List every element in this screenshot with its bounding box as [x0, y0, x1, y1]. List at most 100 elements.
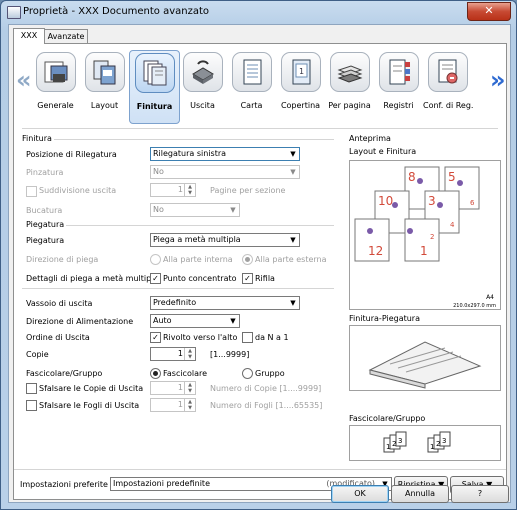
finitura-section-title: Finitura [22, 134, 52, 143]
copie-range: [1...9999] [210, 350, 250, 359]
category-label: Per pagina [328, 101, 371, 110]
category-label: Registri [383, 101, 414, 110]
pinzatura-label: Pinzatura [26, 168, 64, 177]
help-button[interactable]: ? [451, 485, 509, 503]
da-n-a-1-checkbox[interactable] [242, 332, 253, 343]
category-finitura[interactable]: Finitura [129, 50, 180, 124]
page-number: 3 [428, 194, 436, 208]
posizione-rilegatura-select[interactable]: Rilegatura sinistra ▼ [150, 147, 300, 161]
category-label: Copertina [280, 101, 321, 110]
dettagli-piega-label: Dettagli di piega a metà multipla [26, 274, 159, 283]
group-line [66, 225, 334, 226]
anteprima-title: Anteprima [349, 134, 391, 143]
category-copertina[interactable]: 1 Copertina [276, 50, 325, 122]
direzione-alimentazione-label: Direzione di Alimentazione [26, 317, 134, 326]
piegatura-label: Piegatura [26, 236, 65, 245]
spin-arrows-icon[interactable]: ▲ ▼ [184, 184, 195, 196]
page-number: 8 [408, 170, 416, 184]
svg-text:1: 1 [299, 67, 304, 76]
divider [14, 469, 506, 470]
collate-number: 2 [392, 440, 396, 448]
gruppo-label: Gruppo [255, 369, 285, 378]
per-page-icon [329, 52, 370, 92]
pinzatura-select[interactable]: No ▼ [150, 165, 300, 179]
chevron-down-icon: ▼ [290, 299, 296, 307]
piegatura-select[interactable]: Piega a metà multipla ▼ [150, 233, 300, 247]
printer-app-icon [7, 6, 21, 19]
rifila-checkbox[interactable]: ✓ [242, 273, 253, 284]
window-title: Proprietà - XXX Documento avanzato [23, 6, 210, 17]
scroll-left-icon[interactable]: « [16, 66, 32, 94]
sfalsare-copie-stepper[interactable]: 1 ▲ ▼ [150, 381, 196, 395]
sfalsare-fogli-value: 1 [177, 400, 183, 409]
sfalsare-copie-label: Sfalsare le Copie di Uscita [39, 384, 144, 393]
category-conf-reg[interactable]: Conf. di Reg. [423, 50, 474, 122]
copie-stepper[interactable]: 1 ▲ ▼ [150, 347, 196, 361]
spin-arrows-icon[interactable]: ▲ ▼ [184, 348, 195, 360]
direzione-alimentazione-select[interactable]: Auto ▼ [150, 314, 240, 328]
vassoio-label: Vassoio di uscita [26, 299, 93, 308]
category-label: Finitura [136, 102, 173, 111]
config-icon [427, 52, 468, 92]
vassoio-select[interactable]: Predefinito ▼ [150, 296, 300, 310]
finishing-icon [134, 53, 175, 93]
paper-dims: 210.0x297.0 mm [453, 303, 496, 309]
category-carta[interactable]: Carta [227, 50, 276, 122]
annulla-button[interactable]: Annulla [391, 485, 449, 503]
direzione-alimentazione-value: Auto [153, 316, 172, 325]
page-number: 10 [378, 194, 393, 208]
tab-panel: « » Generale Layout Finitura Uscita Cart… [13, 43, 507, 500]
category-label: Generale [37, 101, 74, 110]
tab-avanzate[interactable]: Avanzate [44, 29, 88, 44]
category-layout[interactable]: Layout [80, 50, 129, 122]
title-bar[interactable]: Proprietà - XXX Documento avanzato ✕ [1, 1, 516, 23]
pinzatura-value: No [153, 167, 164, 176]
output-icon [182, 52, 223, 92]
spin-arrows-icon[interactable]: ▲ ▼ [184, 382, 195, 394]
vassoio-value: Predefinito [153, 298, 197, 307]
category-label: Carta [240, 101, 263, 110]
numero-copie-label: Numero di Copie [1....9999] [210, 384, 322, 393]
suddivisione-stepper[interactable]: 1 ▲ ▼ [150, 183, 196, 197]
close-button[interactable]: ✕ [467, 2, 511, 21]
cover-icon: 1 [280, 52, 321, 92]
chevron-down-icon: ▼ [290, 236, 296, 244]
rivolto-checkbox[interactable]: ✓ [150, 332, 161, 343]
scroll-right-icon[interactable]: » [490, 66, 506, 94]
bucatura-label: Bucatura [26, 206, 63, 215]
suddivisione-checkbox[interactable] [26, 186, 37, 197]
category-uscita[interactable]: Uscita [178, 50, 227, 122]
fascicolare-gruppo-label: Fascicolare/Gruppo [26, 369, 103, 378]
finitura-piegatura-label: Finitura-Piegatura [349, 314, 420, 323]
ok-button[interactable]: OK [331, 485, 389, 503]
sfalsare-copie-value: 1 [177, 383, 183, 392]
category-per-pagina[interactable]: Per pagina [325, 50, 374, 122]
tab-xxx[interactable]: XXX [13, 28, 45, 44]
bucatura-value: No [153, 205, 164, 214]
chevron-down-icon: ▼ [290, 168, 296, 176]
alla-parte-esterna-radio[interactable] [242, 254, 253, 265]
category-generale[interactable]: Generale [31, 50, 80, 122]
piegatura-preview [349, 325, 501, 391]
suddivisione-label: Suddivisione uscita [39, 186, 117, 195]
paper-icon [231, 52, 272, 92]
bucatura-select[interactable]: No ▼ [150, 203, 240, 217]
collate-number: 3 [398, 437, 402, 445]
punto-concentrato-checkbox[interactable]: ✓ [150, 273, 161, 284]
category-registri[interactable]: Registri [374, 50, 423, 122]
category-label: Conf. di Reg. [423, 101, 474, 110]
spin-arrows-icon[interactable]: ▲ ▼ [184, 399, 195, 411]
sfalsare-fogli-checkbox[interactable] [26, 400, 37, 411]
alla-parte-interna-radio[interactable] [150, 254, 161, 265]
fascicolare-radio[interactable] [150, 368, 161, 379]
general-icon [35, 52, 76, 92]
gruppo-radio[interactable] [242, 368, 253, 379]
suddivisione-value: 1 [177, 185, 183, 194]
collate-number: 1 [386, 443, 390, 451]
fascicolare-gruppo-preview-label: Fascicolare/Gruppo [349, 414, 426, 423]
sfalsare-copie-checkbox[interactable] [26, 383, 37, 394]
divider [22, 128, 498, 129]
sfalsare-fogli-stepper[interactable]: 1 ▲ ▼ [150, 398, 196, 412]
collate-number: 2 [436, 440, 440, 448]
page-number: 1 [420, 244, 428, 258]
